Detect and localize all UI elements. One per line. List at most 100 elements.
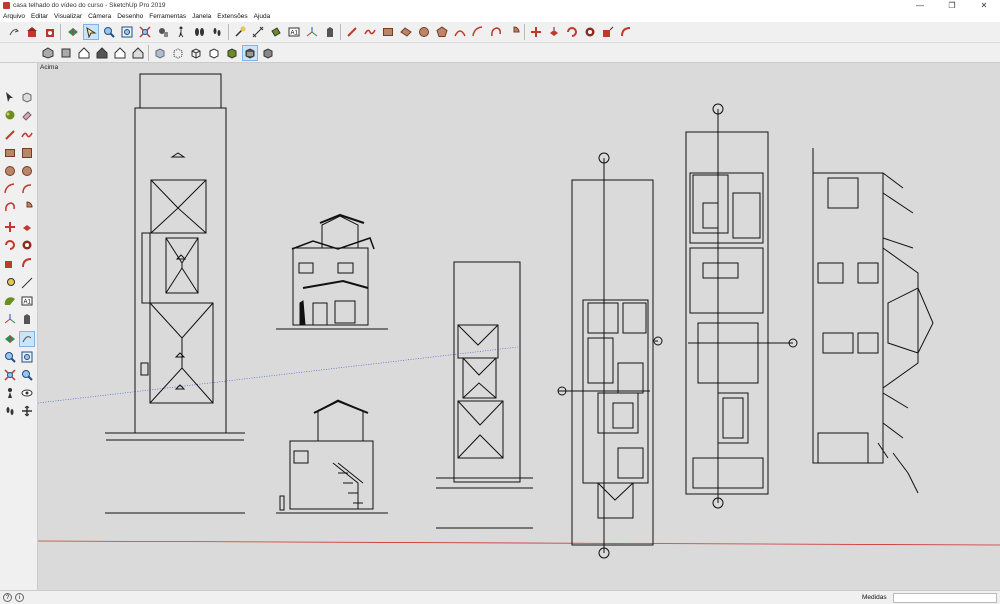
pie-button[interactable] xyxy=(506,24,522,40)
line-tool[interactable] xyxy=(2,127,18,143)
zoom-extents-tool[interactable] xyxy=(2,367,18,383)
freehand-button[interactable] xyxy=(362,24,378,40)
push-pull-button[interactable] xyxy=(546,24,562,40)
menu-ajuda[interactable]: Ajuda xyxy=(254,13,271,20)
axes-button[interactable] xyxy=(304,24,320,40)
arc-tool[interactable] xyxy=(2,181,18,197)
make-component-tool[interactable] xyxy=(19,89,35,105)
look-around-button[interactable] xyxy=(191,24,207,40)
axes-tool[interactable] xyxy=(2,311,18,327)
look-around-tool[interactable] xyxy=(19,385,35,401)
3d-text-icon xyxy=(327,27,333,37)
arc-3pt-button[interactable] xyxy=(488,24,504,40)
minimize-button[interactable]: — xyxy=(904,0,936,11)
back-view-button[interactable] xyxy=(112,45,128,61)
monochrome-button[interactable] xyxy=(260,45,276,61)
freehand-tool[interactable] xyxy=(19,127,35,143)
menu-ferramentas[interactable]: Ferramentas xyxy=(149,13,186,20)
menu-desenho[interactable]: Desenho xyxy=(117,13,143,20)
rotate-button[interactable] xyxy=(564,24,580,40)
close-button[interactable]: ✕ xyxy=(968,0,1000,11)
push-pull-tool[interactable] xyxy=(19,219,35,235)
dimension-tool[interactable] xyxy=(19,275,35,291)
offset-tool[interactable] xyxy=(19,255,35,271)
follow-me-tool[interactable] xyxy=(19,237,35,253)
iso-view-button[interactable] xyxy=(40,45,56,61)
paint-bucket-tool[interactable] xyxy=(2,107,18,123)
move-button[interactable] xyxy=(528,24,544,40)
polygon-button[interactable] xyxy=(434,24,450,40)
dimension-button[interactable] xyxy=(250,24,266,40)
shaded-button[interactable] xyxy=(224,45,240,61)
scale-button[interactable] xyxy=(600,24,616,40)
menu-visualizar[interactable]: Visualizar xyxy=(54,13,82,20)
offset-button[interactable] xyxy=(618,24,634,40)
zoom-window-button[interactable] xyxy=(119,24,135,40)
rotated-rectangle-button[interactable] xyxy=(398,24,414,40)
select-tool[interactable] xyxy=(2,89,18,105)
zoom-button[interactable] xyxy=(101,24,117,40)
circle-button[interactable] xyxy=(416,24,432,40)
scale-tool[interactable] xyxy=(2,255,18,271)
position-camera-button[interactable] xyxy=(155,24,171,40)
warehouse-button[interactable] xyxy=(24,24,40,40)
menu-extensoes[interactable]: Extensões xyxy=(217,13,247,20)
shaded-textures-button[interactable] xyxy=(242,45,258,61)
wireframe-button[interactable] xyxy=(188,45,204,61)
orbit-tool[interactable] xyxy=(19,331,35,347)
circle-tool[interactable] xyxy=(2,163,18,179)
menu-camera[interactable]: Câmera xyxy=(88,13,111,20)
rectangle-tool[interactable] xyxy=(2,145,18,161)
arc-2pt-tool[interactable] xyxy=(19,181,35,197)
section-plane-tool[interactable] xyxy=(2,331,18,347)
tape-measure-tool[interactable] xyxy=(2,275,18,291)
maximize-button[interactable]: ❐ xyxy=(936,0,968,11)
zoom-tool[interactable] xyxy=(2,349,18,365)
eraser-tool[interactable] xyxy=(19,107,35,123)
measurements-input[interactable] xyxy=(893,593,997,603)
move-tool[interactable] xyxy=(2,219,18,235)
zoom-extents-button[interactable] xyxy=(137,24,153,40)
menu-janela[interactable]: Janela xyxy=(192,13,211,20)
walk-tool[interactable] xyxy=(2,403,18,419)
arc-2pt-button[interactable] xyxy=(470,24,486,40)
position-camera-tool[interactable] xyxy=(2,385,18,401)
orbit-button[interactable] xyxy=(6,24,22,40)
xray-button[interactable] xyxy=(152,45,168,61)
arc-button[interactable] xyxy=(452,24,468,40)
section-plane-button[interactable] xyxy=(65,24,81,40)
geolocation-icon[interactable]: i xyxy=(15,593,24,602)
extension-warehouse-button[interactable] xyxy=(42,24,58,40)
zoom-window-tool[interactable] xyxy=(19,349,35,365)
hidden-line-button[interactable] xyxy=(206,45,222,61)
pie-tool[interactable] xyxy=(19,199,35,215)
rectangle-button[interactable] xyxy=(380,24,396,40)
polygon-tool[interactable] xyxy=(19,163,35,179)
menu-arquivo[interactable]: Arquivo xyxy=(3,13,25,20)
help-icon[interactable]: ? xyxy=(3,593,12,602)
front-view-button[interactable] xyxy=(76,45,92,61)
line-button[interactable] xyxy=(344,24,360,40)
3d-text-button[interactable] xyxy=(322,24,338,40)
menu-editar[interactable]: Editar xyxy=(31,13,48,20)
rotate-tool[interactable] xyxy=(2,237,18,253)
pan-tool[interactable] xyxy=(19,403,35,419)
eye-button[interactable] xyxy=(209,24,225,40)
follow-me-button[interactable] xyxy=(582,24,598,40)
top-view-button[interactable] xyxy=(58,45,74,61)
walk-button[interactable] xyxy=(173,24,189,40)
text-tool[interactable]: A1 xyxy=(19,293,35,309)
back-edges-button[interactable] xyxy=(170,45,186,61)
paint-bucket-button[interactable] xyxy=(268,24,284,40)
tape-measure-button[interactable] xyxy=(232,24,248,40)
protractor-tool[interactable] xyxy=(2,293,18,309)
drawing-viewport[interactable]: Acima xyxy=(38,63,1000,590)
rotated-rectangle-tool[interactable] xyxy=(19,145,35,161)
previous-view-tool[interactable] xyxy=(19,367,35,383)
select-tool-button[interactable] xyxy=(83,24,99,40)
arc-3pt-tool[interactable] xyxy=(2,199,18,215)
left-view-button[interactable] xyxy=(130,45,146,61)
right-view-button[interactable] xyxy=(94,45,110,61)
3d-text-tool[interactable] xyxy=(19,311,35,327)
text-button[interactable]: A1 xyxy=(286,24,302,40)
